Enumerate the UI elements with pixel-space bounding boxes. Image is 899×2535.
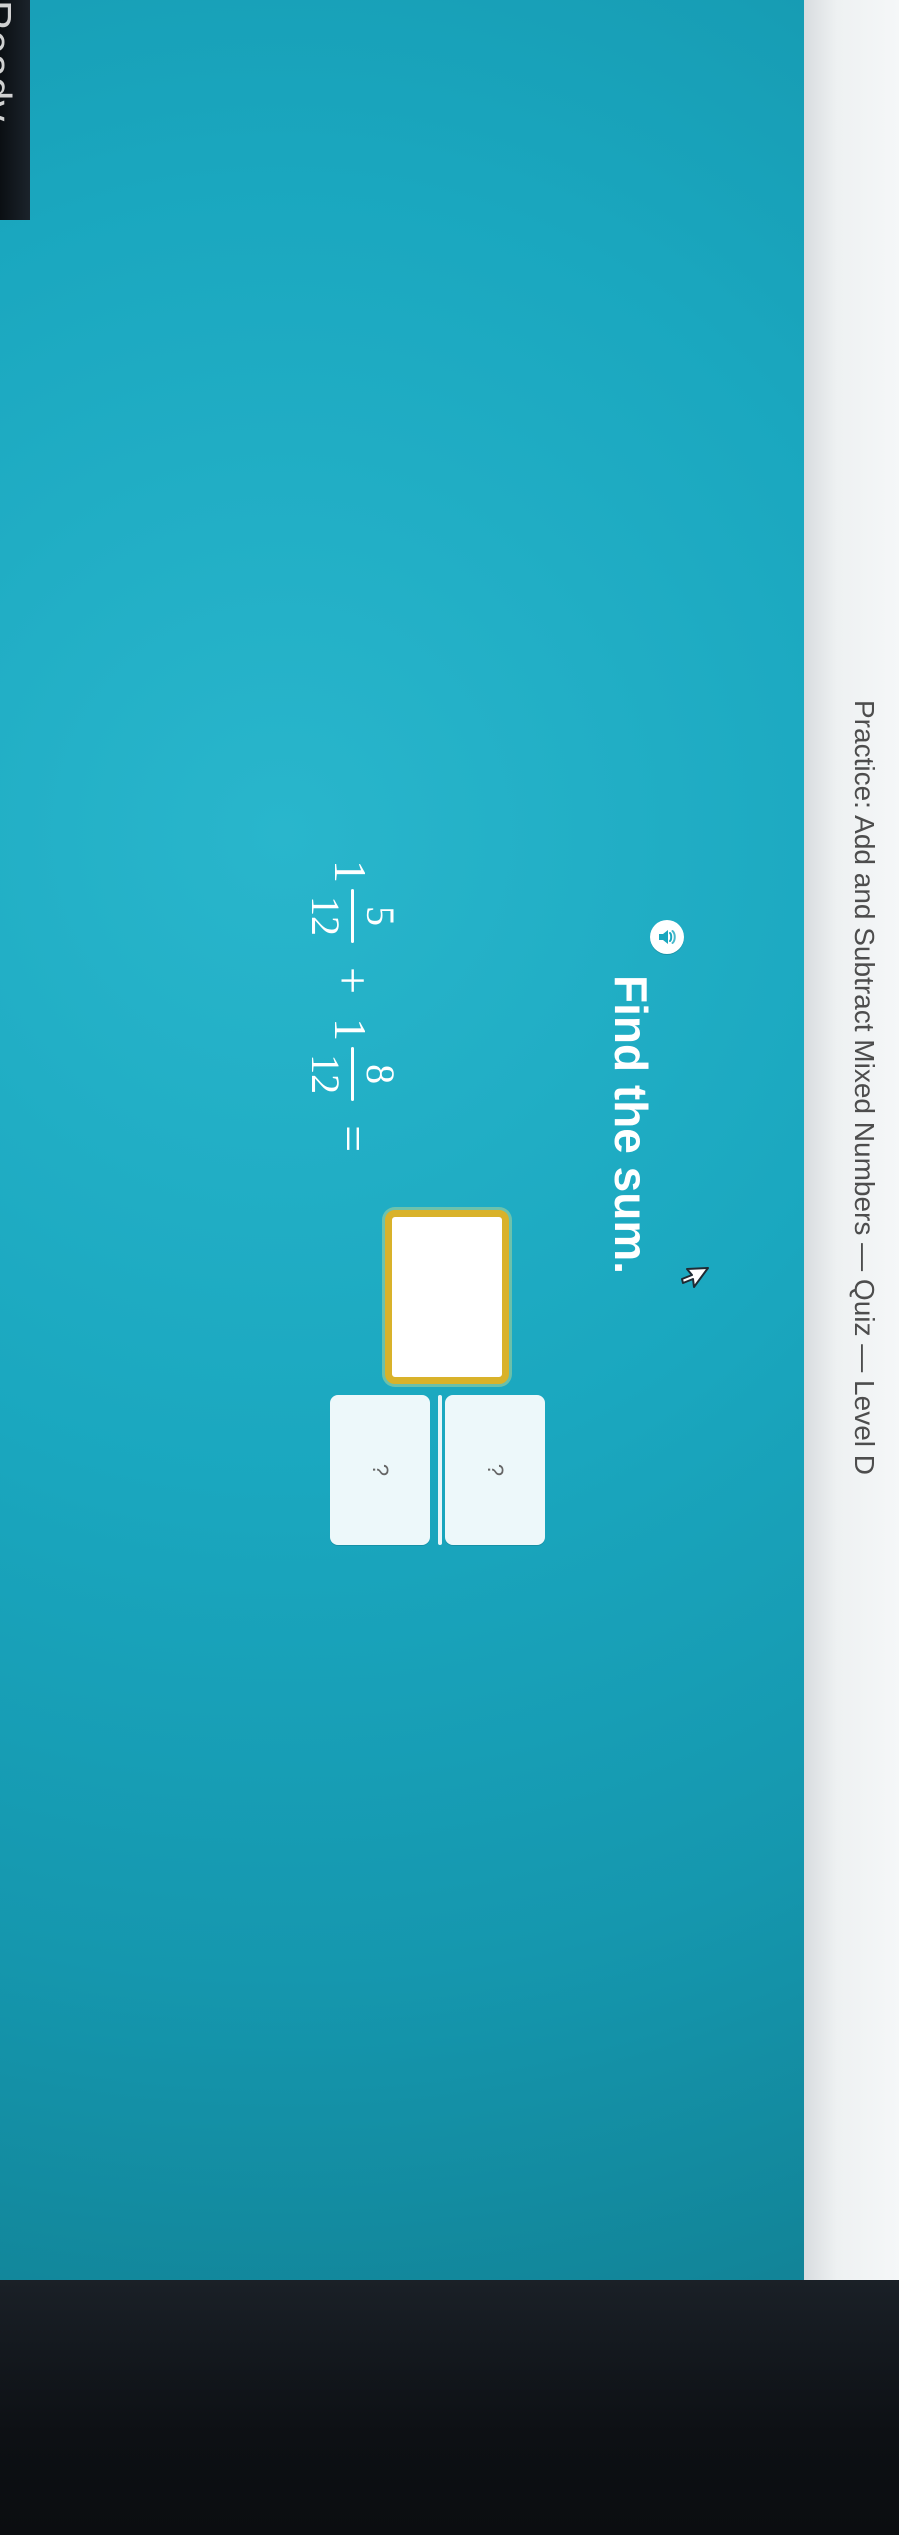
mixed-right-fraction: 8 12: [303, 1047, 403, 1102]
equation: 1 5 12 + 1 8 12 =: [303, 860, 403, 1158]
fraction-bar: [351, 889, 354, 943]
mixed-left-numerator: 5: [358, 906, 403, 926]
mixed-number-left: 1 5 12: [303, 860, 403, 943]
mixed-number-right: 1 8 12: [303, 1018, 403, 1102]
fraction-bar: [351, 1047, 354, 1102]
answer-denominator-input[interactable]: ?: [330, 1395, 430, 1545]
status-ready: Ready: [0, 0, 20, 122]
mixed-right-whole: 1: [325, 1018, 377, 1042]
photo-frame: Practice: Add and Subtract Mixed Numbers…: [0, 0, 899, 2535]
mixed-left-whole: 1: [325, 860, 377, 883]
answer-numerator-placeholder: ?: [483, 1463, 508, 1477]
window-title: Practice: Add and Subtract Mixed Numbers…: [849, 700, 880, 1475]
question-prompt: Find the sum.: [605, 975, 657, 1274]
answer-fraction: ? ?: [330, 1395, 560, 1595]
equals-operator: =: [326, 1125, 380, 1153]
mixed-left-fraction: 5 12: [303, 889, 403, 943]
screen-bezel: [0, 2280, 899, 2535]
plus-operator: +: [326, 967, 380, 995]
answer-fraction-bar: [438, 1395, 442, 1545]
mixed-right-numerator: 8: [358, 1064, 403, 1085]
answer-numerator-input[interactable]: ?: [445, 1395, 545, 1545]
answer-denominator-placeholder: ?: [368, 1463, 393, 1477]
answer-area: ? ?: [330, 1195, 560, 1615]
speaker-icon[interactable]: [650, 920, 684, 954]
mixed-left-denominator: 12: [303, 896, 348, 936]
cursor-icon: [680, 1265, 710, 1295]
answer-whole-input[interactable]: [385, 1210, 509, 1384]
mixed-right-denominator: 12: [303, 1054, 348, 1095]
